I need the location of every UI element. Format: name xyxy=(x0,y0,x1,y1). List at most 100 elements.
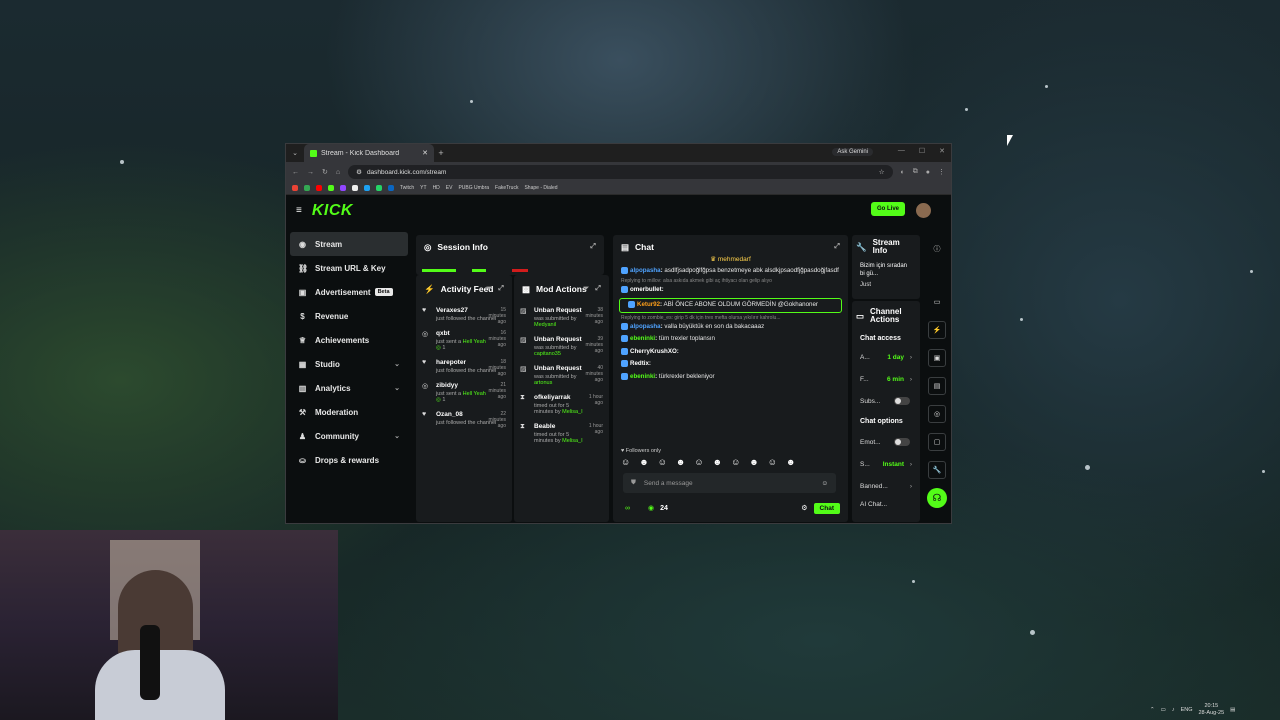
sidebar-item-stream-url-key[interactable]: ⛓ Stream URL & Key xyxy=(290,256,408,280)
chat-message[interactable]: alpopasha: valla büyüktük en son da baka… xyxy=(613,321,848,334)
activity-feed-item[interactable]: ♥ Ozan_08 just followed the channel 22 m… xyxy=(416,407,512,430)
gmail-bookmark-icon[interactable] xyxy=(292,185,298,191)
emote-icon[interactable]: ☺ xyxy=(731,457,740,469)
address-bar[interactable]: ⚙ dashboard.kick.com/stream ☆ xyxy=(348,165,893,179)
save-button[interactable]: ▢ xyxy=(928,433,946,451)
user-avatar[interactable] xyxy=(916,203,931,218)
sidebar-item-achievements[interactable]: ♕ Achievements xyxy=(290,328,408,352)
bookmark-pubg-umbra[interactable]: PUBG Umbra xyxy=(458,185,489,191)
chat-message[interactable]: omerbullet: xyxy=(613,284,848,297)
back-icon[interactable]: ← xyxy=(292,169,299,176)
emoji-icon[interactable]: ☺ xyxy=(821,480,828,487)
emote-icon[interactable]: ☻ xyxy=(786,457,795,469)
chat-button[interactable]: ▤ xyxy=(928,377,946,395)
emote-icon[interactable]: ☻ xyxy=(713,457,722,469)
extension-icon[interactable]: ◐ xyxy=(901,169,905,176)
chat-message[interactable]: ebeninki: türkrexler bekleniyor xyxy=(613,371,848,384)
chat-username[interactable]: Ketur92 xyxy=(637,301,660,308)
expand-icon[interactable]: ⤢ xyxy=(834,243,840,251)
emote-icon[interactable]: ☻ xyxy=(676,457,685,469)
sidebar-item-analytics[interactable]: ▥ Analytics ⌄ xyxy=(290,376,408,400)
ai-chat-row[interactable]: AI Chat... xyxy=(852,497,920,511)
youtube-bookmark-icon[interactable] xyxy=(316,185,322,191)
hamburger-menu-icon[interactable]: ≡ xyxy=(296,205,302,216)
support-chat-icon[interactable]: ☊ xyxy=(927,488,947,508)
info-icon[interactable]: ⓘ xyxy=(928,240,946,258)
volume-icon[interactable]: ♪ xyxy=(1172,707,1175,713)
bookmark-yt[interactable]: YT xyxy=(420,185,426,191)
sidebar-item-studio[interactable]: ▦ Studio ⌄ xyxy=(290,352,408,376)
mod-action-item[interactable]: ▨ Unban Request was submitted by capitan… xyxy=(514,332,609,361)
mod-action-item[interactable]: ⧗ Beable timed out for 5 minutes by Meli… xyxy=(514,419,609,448)
subscribers-toggle[interactable] xyxy=(894,397,910,405)
chat-username[interactable]: alpopasha xyxy=(630,323,661,330)
bookmark-shape-dialed[interactable]: Shape - Dialed xyxy=(524,185,557,191)
bookmark-star-icon[interactable]: ☆ xyxy=(879,168,885,176)
sidebar-item-stream[interactable]: ◉ Stream xyxy=(290,232,408,256)
tray-chevron-icon[interactable]: ⌃ xyxy=(1150,707,1155,713)
linkedin-bookmark-icon[interactable] xyxy=(388,185,394,191)
emote-icon[interactable]: ☺ xyxy=(621,457,630,469)
emotes-row[interactable]: Emot... xyxy=(852,431,920,453)
minimize-icon[interactable]: — xyxy=(898,147,905,155)
follower-mode-row[interactable]: F... 6 min › xyxy=(852,368,920,390)
expand-icon[interactable]: ⤢ xyxy=(498,285,504,293)
mod-action-name[interactable]: Beable xyxy=(534,423,585,430)
emote-icon[interactable]: ☺ xyxy=(768,457,777,469)
sidebar-item-drops-rewards[interactable]: ⛀ Drops & rewards xyxy=(290,448,408,472)
chat-username[interactable]: CherryKrushXO xyxy=(630,348,677,355)
network-icon[interactable]: ▭ xyxy=(1161,707,1166,713)
target-button[interactable]: ◎ xyxy=(928,405,946,423)
lightning-button[interactable]: ⚡ xyxy=(928,321,946,339)
expand-icon[interactable]: ⤢ xyxy=(590,243,596,251)
chat-send-button[interactable]: Chat xyxy=(813,502,840,514)
chat-message[interactable]: Ketur92: ABİ ÖNCE ABONE OLDUM GÖRMEDİN @… xyxy=(619,298,842,313)
chat-message[interactable]: ebeninki: tüm trexler toplansın xyxy=(613,333,848,346)
close-window-icon[interactable]: ✕ xyxy=(939,147,945,155)
mod-action-name[interactable]: Unban Request xyxy=(534,336,585,343)
expand-icon[interactable]: ⤢ xyxy=(595,285,601,293)
bookmark-icon[interactable] xyxy=(364,185,370,191)
tab-search-icon[interactable]: ⌄ xyxy=(286,149,304,157)
filter-icon[interactable]: ⏷ xyxy=(486,285,492,293)
mod-action-name[interactable]: Unban Request xyxy=(534,307,585,314)
sidebar-item-community[interactable]: ♟ Community ⌄ xyxy=(290,424,408,448)
sidebar-item-revenue[interactable]: $ Revenue xyxy=(290,304,408,328)
close-tab-icon[interactable]: ✕ xyxy=(422,149,428,157)
ask-gemini-button[interactable]: Ask Gemini xyxy=(832,148,873,156)
filter-icon[interactable]: ⏷ xyxy=(583,285,589,293)
activity-feed-item[interactable]: ◎ zibidyy just sent a Hell Yeah ◎ 1 21 mi… xyxy=(416,378,512,407)
emote-icon[interactable]: ☻ xyxy=(749,457,758,469)
chat-settings-gear-icon[interactable]: ⚙ xyxy=(801,504,807,512)
emotes-toggle[interactable] xyxy=(894,438,910,446)
activity-feed-item[interactable]: ♥ harepoter just followed the channel 18… xyxy=(416,355,512,378)
chat-username[interactable]: Redtix xyxy=(630,360,649,367)
emote-icon[interactable]: ☺ xyxy=(658,457,667,469)
banned-words-row[interactable]: Banned... › xyxy=(852,475,920,497)
kick-logo[interactable]: KICK xyxy=(312,202,353,220)
sidebar-item-advertisement[interactable]: ▣ Advertisement Beta xyxy=(290,280,408,304)
activity-feed-item[interactable]: ◎ qxbt just sent a Hell Yeah ◎ 1 16 minut… xyxy=(416,326,512,355)
chat-settings-icon[interactable]: ⛊ xyxy=(631,479,636,487)
extensions-puzzle-icon[interactable]: ⧉ xyxy=(913,168,918,176)
bookmark-hd[interactable]: HD xyxy=(433,185,440,191)
site-info-icon[interactable]: ⚙ xyxy=(356,168,362,176)
go-live-button[interactable]: Go Live xyxy=(870,202,905,216)
subscribers-row[interactable]: Subs... xyxy=(852,390,920,412)
whatsapp-bookmark-icon[interactable] xyxy=(376,185,382,191)
chat-access-row[interactable]: A... 1 day › xyxy=(852,346,920,368)
chat-message[interactable]: Redtix: xyxy=(613,358,848,371)
maximize-icon[interactable]: ☐ xyxy=(919,147,925,155)
language-indicator[interactable]: ENG xyxy=(1181,707,1193,713)
maps-bookmark-icon[interactable] xyxy=(304,185,310,191)
mod-action-item[interactable]: ▨ Unban Request was submitted by artonus… xyxy=(514,361,609,390)
kick-bookmark-icon[interactable] xyxy=(328,185,334,191)
chat-username[interactable]: ebeninki xyxy=(630,373,655,380)
chat-username[interactable]: omerbullet xyxy=(630,286,662,293)
clock[interactable]: 20:15 28-Aug-25 xyxy=(1198,703,1224,716)
twitch-bookmark-icon[interactable] xyxy=(340,185,346,191)
forward-icon[interactable]: → xyxy=(307,169,314,176)
activity-feed-item[interactable]: ♥ Veraxes27 just followed the channel 15… xyxy=(416,303,512,326)
slow-mode-row[interactable]: S... Instant › xyxy=(852,453,920,475)
reload-icon[interactable]: ↻ xyxy=(322,168,328,176)
